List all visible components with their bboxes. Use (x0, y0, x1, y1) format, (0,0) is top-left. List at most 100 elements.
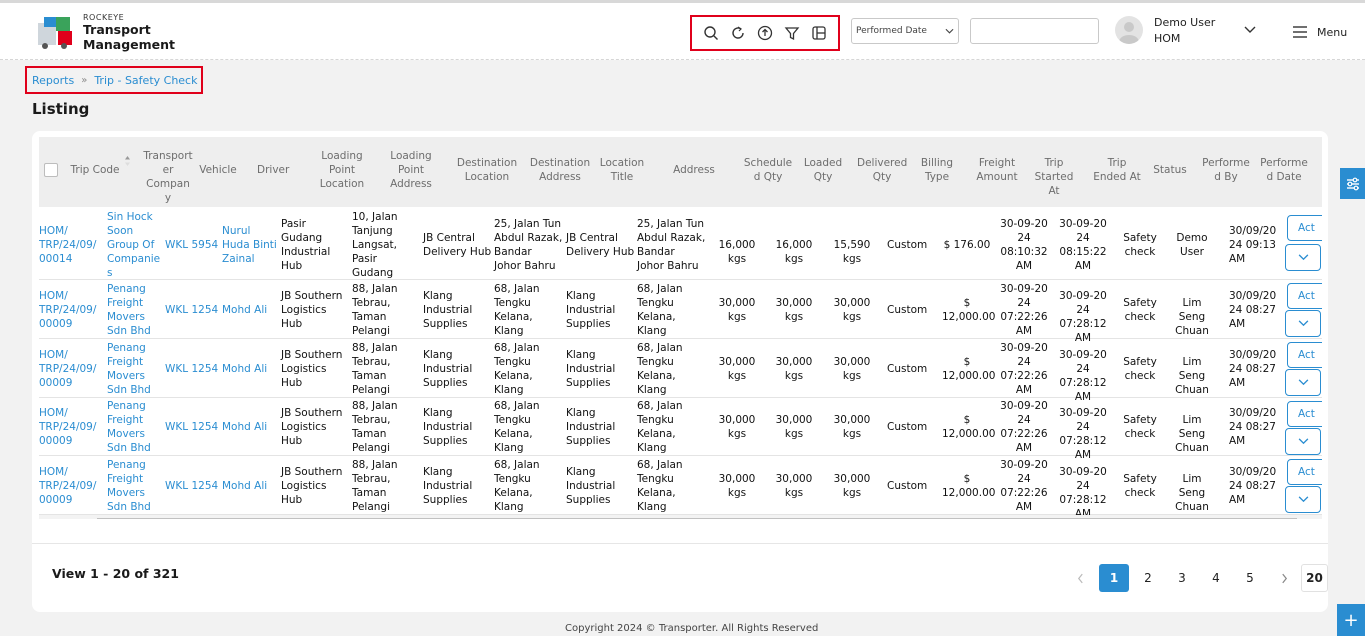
column-header-delivered-qty[interactable]: Delivered Qty (857, 156, 907, 184)
column-header-loading-point-address[interactable]: Loading Point Address (384, 149, 438, 191)
filter-icon[interactable] (782, 23, 802, 43)
cell-line: kgs (842, 369, 862, 382)
scroll-thumb[interactable] (97, 518, 1297, 519)
page-button[interactable]: 1 (1099, 564, 1129, 592)
cell-line: kgs (784, 310, 804, 323)
table-row[interactable]: HOM/TRP/24/09/00014 Sin Hock Soon Group Of C… (39, 209, 1322, 280)
column-header-freight-amount[interactable]: Freight Amount (975, 156, 1019, 184)
column-header-location-title[interactable]: Location Title (597, 156, 647, 184)
cell-company[interactable]: Penang Freight Movers Sdn Bhd (107, 399, 163, 455)
chevron-down-icon[interactable] (1243, 25, 1257, 35)
column-header-destination-address[interactable]: Destination Address (528, 156, 592, 184)
action-dropdown-button[interactable] (1285, 428, 1321, 455)
breadcrumb-item-reports[interactable]: Reports (32, 74, 74, 87)
menu-label[interactable]: Menu (1317, 26, 1347, 39)
cell-line: 88, Jalan (352, 458, 398, 471)
cell-company[interactable]: Penang Freight Movers Sdn Bhd (107, 341, 163, 397)
page-button[interactable]: 4 (1201, 564, 1231, 592)
page-size-select[interactable]: 20 (1301, 564, 1328, 592)
page-button[interactable]: 5 (1235, 564, 1265, 592)
column-header-trip-code[interactable]: Trip Code (67, 163, 123, 177)
column-header-destination-location[interactable]: Destination Location (455, 156, 519, 184)
cell-driver[interactable]: Mohd Ali (222, 362, 278, 376)
cell-vehicle[interactable]: WKL 1254 (165, 362, 219, 376)
column-header-scheduled-qty[interactable]: Schedule d Qty (743, 156, 793, 184)
column-header-transporter-company[interactable]: Transport er Compan y (142, 149, 194, 205)
date-filter-select[interactable]: Performed Date (851, 18, 959, 44)
scroll-left-icon[interactable] (43, 518, 53, 519)
table-row[interactable]: HOM/TRP/24/09/00009 Penang Freight Movers Sd… (39, 339, 1322, 403)
column-header-performed-by[interactable]: Performe d By (1202, 156, 1250, 184)
action-button[interactable]: Act (1287, 283, 1322, 309)
column-header-loaded-qty[interactable]: Loaded Qty (801, 156, 845, 184)
cell-line: AM (1015, 324, 1033, 337)
cell-line: Tebrau, (352, 414, 391, 426)
column-header-trip-started-at[interactable]: Trip Started At (1030, 156, 1078, 198)
cell-line: Industrial (566, 479, 616, 492)
cell-vehicle[interactable]: WKL 1254 (165, 303, 219, 317)
action-button[interactable]: Act (1287, 342, 1322, 368)
column-header-status[interactable]: Status (1150, 163, 1190, 177)
add-icon[interactable]: + (1337, 604, 1365, 636)
cell-line: AM (1229, 493, 1246, 506)
page-button[interactable]: 3 (1167, 564, 1197, 592)
sort-icon[interactable] (124, 155, 131, 167)
breadcrumb: Reports » Trip - Safety Check (25, 66, 203, 94)
action-button[interactable]: Act (1287, 401, 1322, 427)
cell-driver[interactable]: Nurul Huda Binti Zainal (222, 224, 278, 266)
column-header-trip-ended-at[interactable]: Trip Ended At (1093, 156, 1141, 184)
hamburger-menu-icon[interactable] (1292, 25, 1308, 39)
horizontal-scrollbar[interactable] (39, 515, 1322, 519)
cell-vehicle[interactable]: WKL 1254 (165, 420, 219, 434)
table-row[interactable]: HOM/TRP/24/09/00009 Penang Freight Movers Sd… (39, 280, 1322, 344)
column-header-driver[interactable]: Driver (257, 163, 289, 177)
upload-icon[interactable] (755, 23, 775, 43)
cell-line: Safety (1123, 472, 1157, 485)
page-button[interactable]: 2 (1133, 564, 1163, 592)
action-dropdown-button[interactable] (1285, 244, 1321, 271)
cell-driver[interactable]: Mohd Ali (222, 479, 278, 493)
column-header-loading-point-location[interactable]: Loading Point Location (315, 149, 369, 191)
table-row[interactable]: HOM/TRP/24/09/00009 Penang Freight Movers Sd… (39, 398, 1322, 461)
cell-company[interactable]: Sin Hock Soon Group Of Companie s (107, 210, 163, 280)
column-header-address[interactable]: Address (670, 163, 718, 177)
search-input[interactable] (970, 18, 1099, 44)
action-button[interactable]: Act (1287, 215, 1322, 241)
cell-vehicle[interactable]: WKL 5954 (165, 238, 219, 252)
column-header-text: Location (599, 157, 645, 169)
breadcrumb-item-current[interactable]: Trip - Safety Check (94, 74, 197, 87)
cell-driver[interactable]: Mohd Ali (222, 303, 278, 317)
settings-sliders-icon[interactable] (1340, 168, 1365, 199)
cell-driver[interactable]: Mohd Ali (222, 420, 278, 434)
cell-line: $ (963, 414, 971, 426)
cell-sched-qty: 30,000 kgs (709, 472, 765, 500)
action-button[interactable]: Act (1287, 459, 1322, 485)
cell-line: Safety (1123, 296, 1157, 309)
cell-line: 24 (1076, 231, 1090, 244)
next-page-icon[interactable] (1269, 564, 1299, 592)
prev-page-icon[interactable] (1065, 564, 1095, 592)
search-icon[interactable] (701, 23, 721, 43)
select-all-checkbox[interactable] (44, 163, 58, 177)
cell-trip-code[interactable]: HOM/TRP/24/09/00009 (39, 289, 103, 331)
column-header-vehicle[interactable]: Vehicle (199, 163, 237, 177)
cell-trip-code[interactable]: HOM/TRP/24/09/00009 (39, 406, 103, 448)
cell-company[interactable]: Penang Freight Movers Sdn Bhd (107, 458, 163, 514)
cell-vehicle[interactable]: WKL 1254 (165, 479, 219, 493)
cell-line: Logistics (281, 303, 327, 316)
avatar[interactable] (1115, 16, 1143, 44)
cell-trip-code[interactable]: HOM/TRP/24/09/00009 (39, 465, 103, 507)
action-dropdown-button[interactable] (1285, 310, 1321, 337)
column-header-performed-date[interactable]: Performe d Date (1259, 156, 1309, 184)
date-filter-value: Performed Date (856, 26, 927, 36)
action-dropdown-button[interactable] (1285, 486, 1321, 513)
cell-trip-code[interactable]: HOM/TRP/24/09/00009 (39, 348, 103, 390)
action-dropdown-button[interactable] (1285, 369, 1321, 396)
refresh-icon[interactable] (728, 23, 748, 43)
cell-line: Kelana, (494, 369, 533, 382)
cell-trip-code[interactable]: HOM/TRP/24/09/00014 (39, 224, 103, 266)
cell-company[interactable]: Penang Freight Movers Sdn Bhd (107, 282, 163, 338)
column-header-billing-type[interactable]: Billing Type (917, 156, 957, 184)
columns-icon[interactable] (809, 23, 829, 43)
table-row[interactable]: HOM/TRP/24/09/00009 Penang Freight Movers Sd… (39, 456, 1322, 519)
